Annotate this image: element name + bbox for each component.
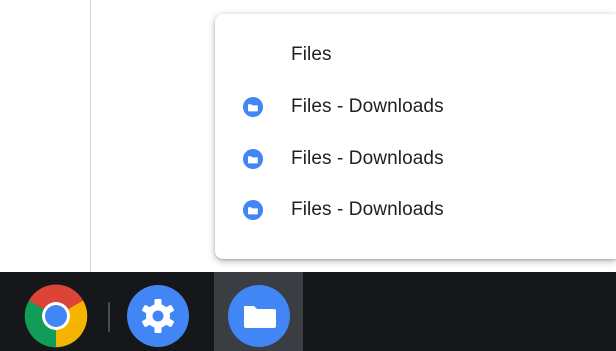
app-context-menu: Files Files - Downloads Files - Download… <box>215 14 616 259</box>
menu-item-files-downloads-3[interactable]: Files - Downloads <box>215 187 616 233</box>
files-app-icon <box>243 149 263 169</box>
chrome-icon[interactable] <box>24 284 88 348</box>
menu-item-files-downloads-2[interactable]: Files - Downloads <box>215 136 616 182</box>
files-app-icon <box>243 97 263 117</box>
side-panel <box>0 0 91 272</box>
shelf-divider <box>108 302 110 332</box>
files-app-icon <box>243 200 263 220</box>
folder-icon[interactable] <box>227 284 291 348</box>
settings-gear-icon[interactable] <box>126 284 190 348</box>
menu-item-label: Files - Downloads <box>291 148 444 169</box>
menu-item-label: Files - Downloads <box>291 96 444 117</box>
menu-item-files-downloads-1[interactable]: Files - Downloads <box>215 84 616 130</box>
menu-item-label: Files <box>291 44 332 65</box>
shelf <box>0 272 616 351</box>
menu-item-label: Files - Downloads <box>291 199 444 220</box>
menu-item-files[interactable]: Files <box>215 32 616 78</box>
